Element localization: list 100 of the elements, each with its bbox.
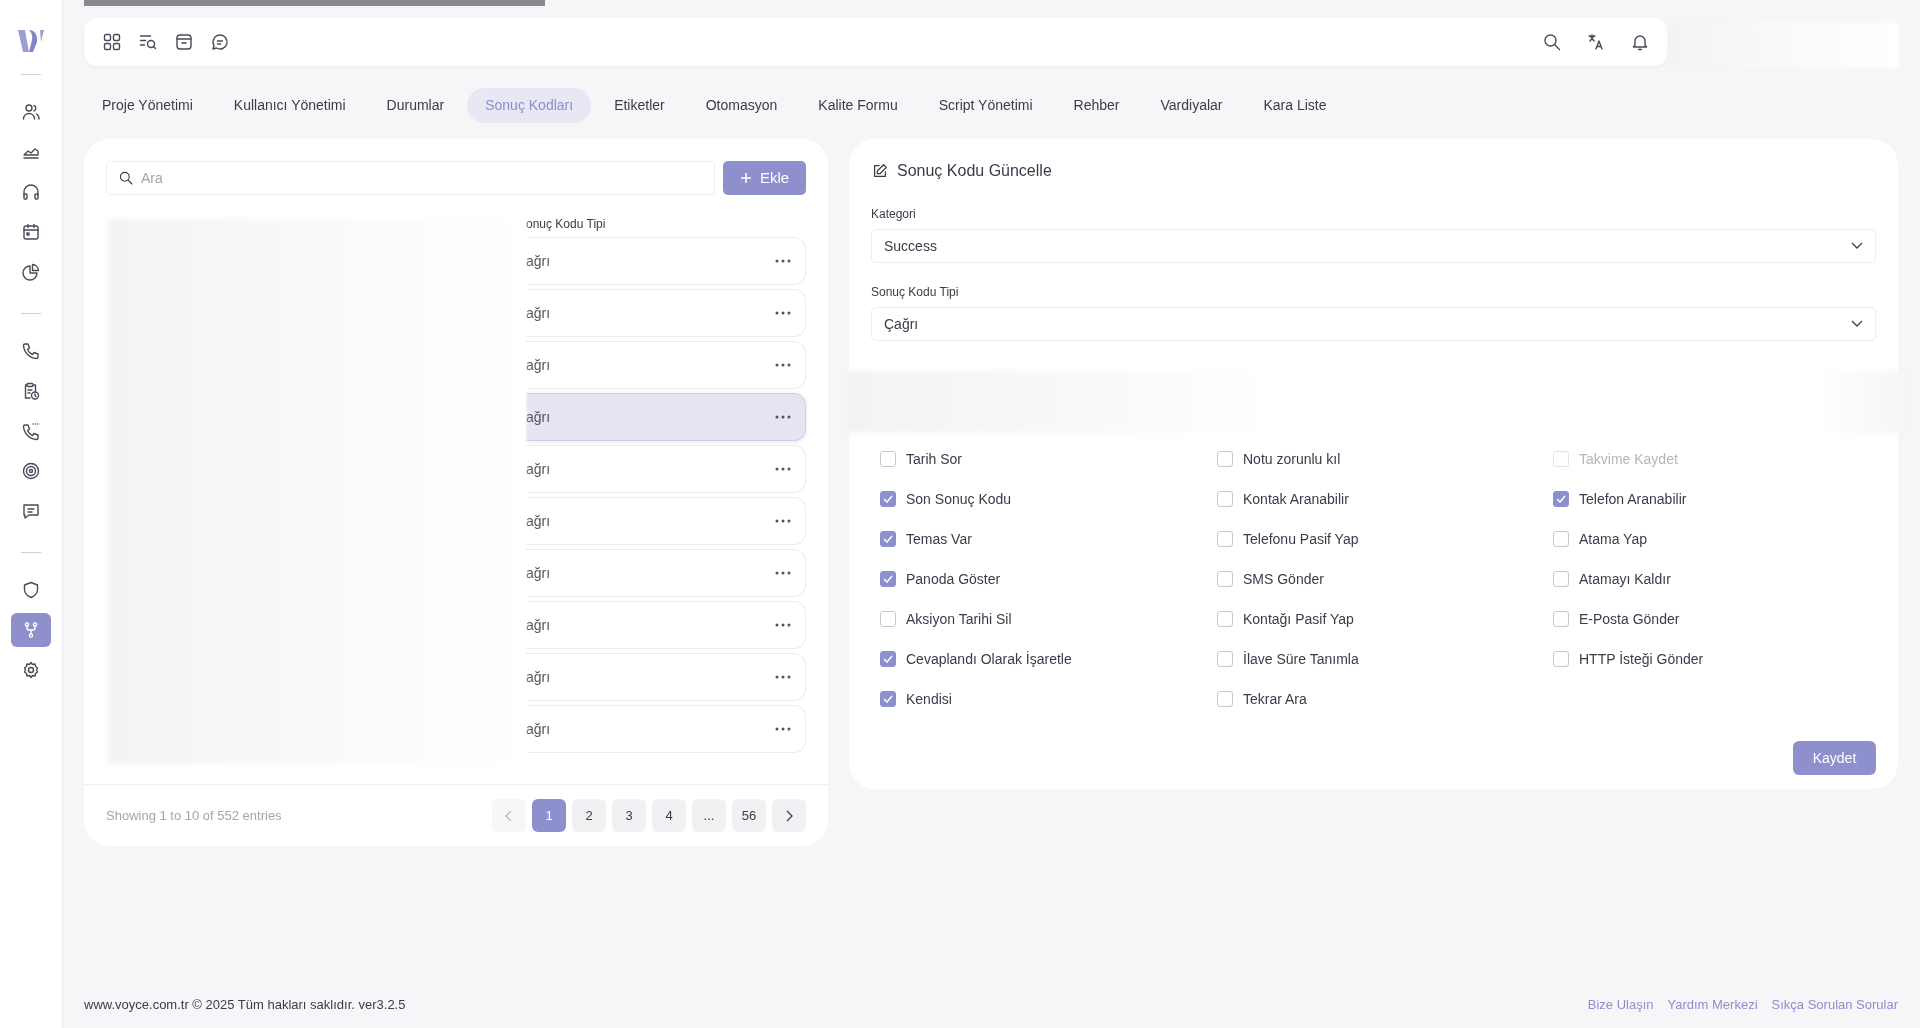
tab[interactable]: Otomasyon [687, 88, 796, 123]
tab[interactable]: Rehber [1055, 88, 1138, 123]
select-field[interactable]: Success [871, 229, 1876, 263]
checkbox[interactable] [880, 611, 896, 627]
table-cell-text: ağrı [526, 355, 551, 375]
page-button[interactable]: ... [692, 799, 726, 832]
checkbox[interactable] [1553, 531, 1569, 547]
checkbox-label: Notu zorunlu kıl [1243, 449, 1341, 469]
checkbox[interactable] [1217, 691, 1233, 707]
tab[interactable]: Durumlar [368, 88, 463, 123]
checkbox-label: Kontak Aranabilir [1243, 489, 1349, 509]
tab[interactable]: Kara Liste [1245, 88, 1345, 123]
table-cell-text: ağrı [526, 563, 551, 583]
more-icon[interactable] [775, 259, 791, 263]
search-icon[interactable] [1542, 32, 1562, 52]
table-row[interactable]: ağrı [526, 445, 806, 493]
gear-icon [21, 660, 41, 680]
checkbox[interactable] [1217, 611, 1233, 627]
checkbox[interactable] [880, 571, 896, 587]
table-cell-text: ağrı [526, 511, 551, 531]
target-icon [21, 461, 41, 481]
check-icon [883, 655, 893, 663]
table-cell-text: ağrı [526, 407, 551, 427]
checkbox-label: E-Posta Gönder [1579, 609, 1680, 629]
chevron-left-icon [505, 809, 513, 822]
table-row[interactable]: ağrı [526, 601, 806, 649]
check-icon [883, 575, 893, 583]
checkbox[interactable] [880, 531, 896, 547]
more-icon[interactable] [775, 363, 791, 367]
chat-icon[interactable] [210, 32, 230, 52]
checkbox[interactable] [1217, 491, 1233, 507]
more-icon[interactable] [775, 675, 791, 679]
form-title: Sonuç Kodu Güncelle [897, 161, 1052, 181]
logo [16, 28, 46, 54]
checkbox[interactable] [880, 691, 896, 707]
checkbox[interactable] [880, 651, 896, 667]
grid-icon[interactable] [102, 32, 122, 52]
table-cell-text: ağrı [526, 615, 551, 635]
checkbox-label: Telefon Aranabilir [1579, 489, 1687, 509]
checkbox[interactable] [1217, 571, 1233, 587]
more-icon[interactable] [775, 415, 791, 419]
tab[interactable]: Etiketler [596, 88, 683, 123]
tab[interactable]: Kullanıcı Yönetimi [215, 88, 364, 123]
checkbox[interactable] [1553, 611, 1569, 627]
users-icon [21, 102, 41, 122]
tab[interactable]: Vardiyalar [1142, 88, 1241, 123]
page-button[interactable]: 4 [652, 799, 686, 832]
table-row[interactable]: ağrı [526, 705, 806, 753]
tab[interactable]: Script Yönetimi [920, 88, 1051, 123]
checkbox[interactable] [880, 451, 896, 467]
pie-chart-icon [21, 262, 41, 282]
shield-icon [21, 580, 41, 600]
translate-icon[interactable] [1586, 32, 1606, 52]
table-row[interactable]: ağrı [526, 237, 806, 285]
more-icon[interactable] [775, 311, 791, 315]
bell-icon[interactable] [1630, 32, 1650, 52]
table-cell-text: ağrı [526, 667, 551, 687]
page-button[interactable]: 56 [732, 799, 766, 832]
tab[interactable]: Proje Yönetimi [84, 88, 211, 123]
more-icon[interactable] [775, 519, 791, 523]
tab[interactable]: Kalite Formu [800, 88, 916, 123]
table-row[interactable]: ağrı [526, 497, 806, 545]
checkbox-label: Telefonu Pasif Yap [1243, 529, 1359, 549]
checkbox-label: Atamayı Kaldır [1579, 569, 1671, 589]
table-row[interactable]: ağrı [526, 653, 806, 701]
list-search-icon[interactable] [138, 32, 158, 52]
checkbox[interactable] [1217, 451, 1233, 467]
checkbox-label: Tarih Sor [906, 449, 963, 469]
field-label: Kategori [871, 206, 917, 223]
more-icon[interactable] [775, 727, 791, 731]
table-cell-text: ağrı [526, 303, 551, 323]
checkbox-label: HTTP İsteği Gönder [1579, 649, 1704, 669]
checkbox[interactable] [1553, 491, 1569, 507]
checkbox[interactable] [1553, 651, 1569, 667]
table-row[interactable]: ağrı [526, 393, 806, 441]
more-icon[interactable] [775, 623, 791, 627]
checkbox[interactable] [1553, 571, 1569, 587]
checkbox-label: Tekrar Ara [1243, 689, 1307, 709]
column-header: onuç Kodu Tipi [526, 216, 606, 233]
page-button[interactable]: 2 [572, 799, 606, 832]
archive-icon[interactable] [174, 32, 194, 52]
more-icon[interactable] [775, 467, 791, 471]
checkbox-label: Cevaplandı Olarak İşaretle [906, 649, 1072, 669]
checkbox[interactable] [1217, 531, 1233, 547]
checkbox-label: Panoda Göster [906, 569, 1001, 589]
checkbox-label: Son Sonuç Kodu [906, 489, 1012, 509]
table-row[interactable]: ağrı [526, 341, 806, 389]
page-button[interactable]: 3 [612, 799, 646, 832]
checkbox[interactable] [880, 491, 896, 507]
chevron-right-icon [785, 809, 793, 822]
select-field[interactable]: Çağrı [871, 307, 1876, 341]
table-row[interactable]: ağrı [526, 549, 806, 597]
calendar-icon [21, 222, 41, 242]
check-icon [1556, 495, 1566, 503]
field-label: Sonuç Kodu Tipi [871, 284, 960, 301]
checkbox[interactable] [1217, 651, 1233, 667]
more-icon[interactable] [775, 571, 791, 575]
table-row[interactable]: ağrı [526, 289, 806, 337]
search-field[interactable]: Ara [106, 161, 715, 195]
table-cell-text: ağrı [526, 459, 551, 479]
